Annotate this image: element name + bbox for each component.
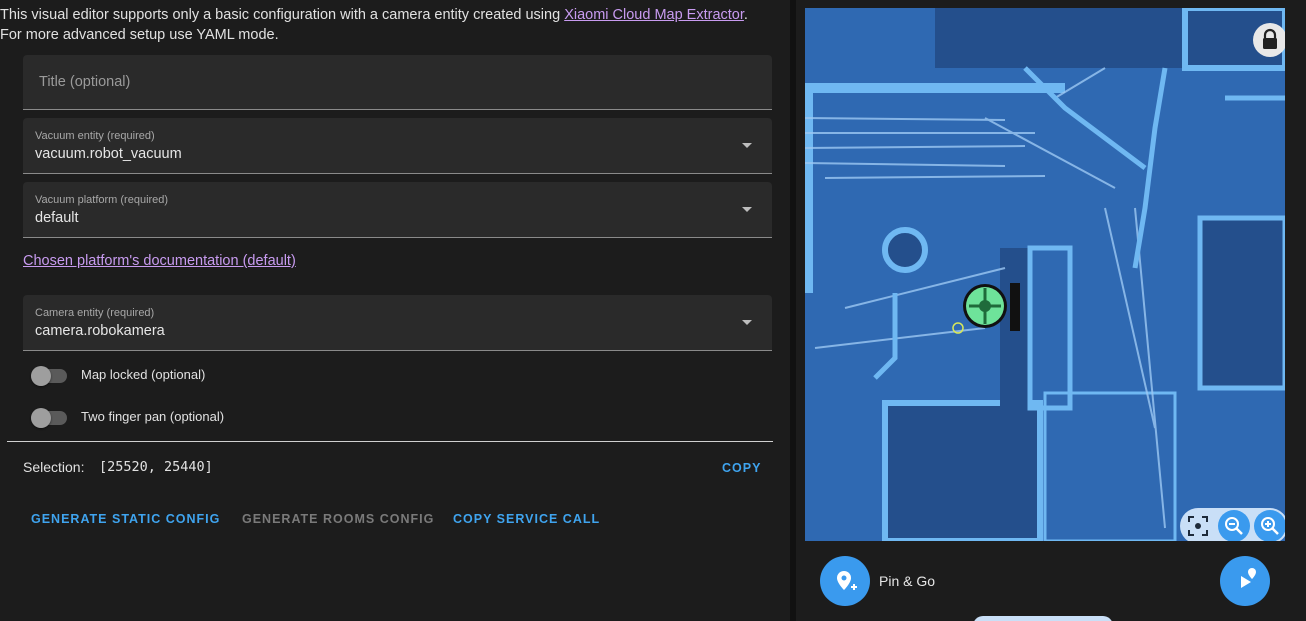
two-finger-pan-label: Two finger pan (optional): [81, 409, 225, 424]
zoom-out-icon: [1225, 517, 1243, 535]
title-field[interactable]: Title (optional): [23, 55, 772, 110]
zoom-controls: [1180, 508, 1285, 541]
vacuum-entity-label: Vacuum entity (required): [35, 130, 155, 142]
zoom-in-icon: [1261, 517, 1279, 535]
selection-label: Selection:: [23, 459, 85, 475]
run-button[interactable]: [1220, 556, 1270, 606]
two-finger-pan-toggle-row: Two finger pan (optional): [31, 405, 331, 428]
recenter-button[interactable]: [1182, 510, 1214, 541]
two-finger-pan-toggle-knob[interactable]: [31, 408, 51, 428]
map-image: [805, 8, 1285, 541]
play-marker-icon: [1241, 568, 1256, 588]
vacuum-platform-select[interactable]: Vacuum platform (required) default: [23, 182, 772, 238]
map-locked-label: Map locked (optional): [81, 367, 206, 382]
map-lock-button[interactable]: [1253, 23, 1285, 57]
map-mode-bar: Pin & Go: [805, 541, 1285, 621]
intro-line2: For more advanced setup use YAML mode.: [0, 27, 279, 43]
vacuum-entity-select[interactable]: Vacuum entity (required) vacuum.robot_va…: [23, 118, 772, 174]
scroll-pill: [973, 616, 1113, 621]
card-editor: This visual editor supports only a basic…: [0, 0, 1306, 621]
map-preview-panel: Pin & Go: [796, 0, 1306, 621]
map-marker-plus-icon: [837, 571, 857, 590]
map-locked-toggle-knob[interactable]: [31, 366, 51, 386]
intro-text: This visual editor supports only a basic…: [0, 5, 790, 45]
vacuum-entity-value: vacuum.robot_vacuum: [35, 146, 182, 162]
intro-text-after: .: [743, 7, 748, 23]
generate-static-config-button[interactable]: GENERATE STATIC CONFIG: [31, 512, 220, 526]
editor-panel: This visual editor supports only a basic…: [0, 0, 790, 621]
intro-text-before: This visual editor supports only a basic…: [0, 7, 565, 23]
zoom-out-button[interactable]: [1218, 510, 1250, 541]
extractor-link[interactable]: Xiaomi Cloud Map Extractor: [564, 7, 744, 23]
selection-value: [25520, 25440]: [99, 459, 213, 475]
focus-icon: [1188, 516, 1208, 536]
chevron-down-icon: [742, 207, 752, 212]
generate-rooms-config-button: GENERATE ROOMS CONFIG: [242, 512, 435, 526]
vacuum-platform-value: default: [35, 210, 79, 226]
map-locked-toggle-row: Map locked (optional): [31, 363, 331, 386]
mode-label: Pin & Go: [879, 573, 936, 589]
pin-go-mode-button[interactable]: [820, 556, 870, 606]
copy-selection-button[interactable]: COPY: [722, 461, 761, 475]
vacuum-map[interactable]: [805, 8, 1285, 541]
chevron-down-icon: [742, 143, 752, 148]
title-placeholder: Title (optional): [39, 74, 131, 90]
chevron-down-icon: [742, 320, 752, 325]
camera-entity-value: camera.robokamera: [35, 323, 165, 339]
section-divider: [7, 441, 773, 442]
copy-service-call-button[interactable]: COPY SERVICE CALL: [453, 512, 600, 526]
camera-entity-select[interactable]: Camera entity (required) camera.robokame…: [23, 295, 772, 351]
vacuum-platform-label: Vacuum platform (required): [35, 194, 169, 206]
camera-entity-label: Camera entity (required): [35, 307, 155, 319]
platform-docs-link[interactable]: Chosen platform's documentation (default…: [23, 253, 296, 269]
lock-icon: [1263, 28, 1277, 49]
zoom-in-button[interactable]: [1254, 510, 1285, 541]
